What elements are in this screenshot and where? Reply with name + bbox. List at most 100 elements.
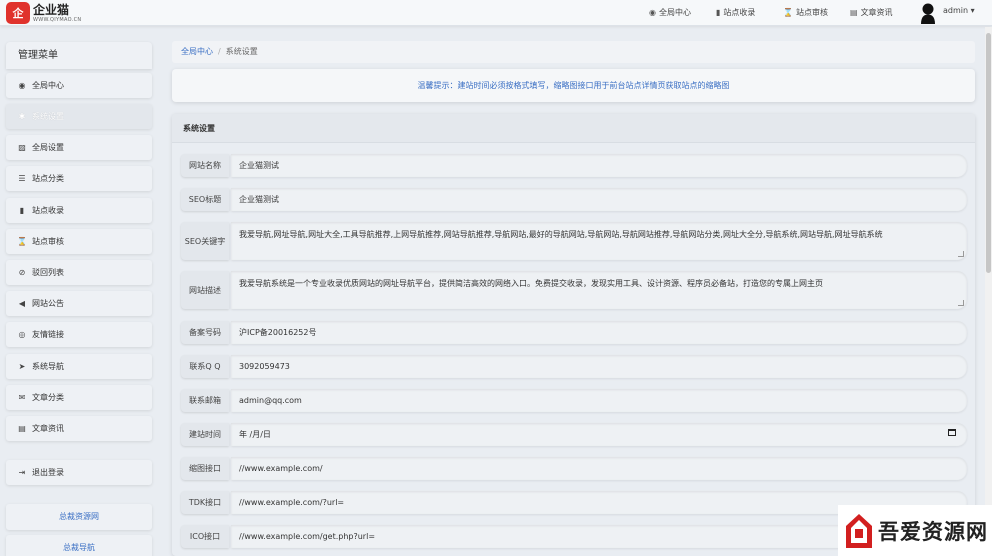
ico-api-label: ICO接口: [181, 525, 229, 548]
panel-title: 系统设置: [172, 114, 975, 143]
hourglass-icon: ⌛: [783, 7, 793, 17]
seo-title-row: SEO标题 企业猫测试: [181, 188, 967, 211]
bullhorn-icon: ◀: [18, 299, 26, 308]
sidebar-item-label: 站点审核: [32, 237, 64, 246]
site-name-input[interactable]: 企业猫测试: [231, 154, 967, 177]
breadcrumb-separator: /: [218, 47, 221, 56]
user-name: admin: [943, 6, 969, 15]
site-name-row: 网站名称 企业猫测试: [181, 154, 967, 177]
watermark: 吾爱资源网: [838, 505, 992, 556]
seo-keywords-label: SEO关键字: [181, 222, 229, 260]
logout-label: 退出登录: [32, 468, 64, 477]
sidebar-item-label: 全局中心: [32, 81, 64, 90]
book-icon: ▮: [716, 7, 721, 17]
sidebar-item-site-review[interactable]: ⌛ 站点审核: [6, 229, 152, 254]
site-desc-label: 网站描述: [181, 271, 229, 309]
site-desc-row: 网站描述 我爱导航系统是一个专业收录优质网站的网址导航平台，提供简洁高效的网络入…: [181, 271, 967, 309]
sort-icon: ☰: [18, 174, 26, 183]
seo-title-label: SEO标题: [181, 188, 229, 211]
seo-keywords-textarea[interactable]: 我爱导航,网址导航,网址大全,工具导航推荐,上网导航推荐,网站导航推荐,导航网站…: [231, 222, 967, 260]
topnav-label: 全局中心: [658, 7, 691, 17]
sidebar-item-label: 站点收录: [32, 206, 64, 215]
sidebar-link-resource-site[interactable]: 总裁资源网: [6, 504, 152, 530]
sign-out-icon: ⇥: [18, 468, 26, 477]
email-input[interactable]: admin@qq.com: [231, 389, 967, 412]
sidebar-link-nav-site[interactable]: 总裁导航: [6, 535, 152, 556]
chevron-down-icon: ▾: [970, 6, 975, 15]
sidebar-item-label: 系统设置: [32, 112, 64, 121]
sidebar-item-dashboard[interactable]: ◉ 全局中心: [6, 73, 152, 98]
logo-name: 企业猫: [33, 2, 70, 17]
gear-icon: ✱: [18, 112, 26, 121]
resize-grip-icon[interactable]: [958, 300, 964, 306]
sidebar-item-label: 友情链接: [32, 330, 64, 339]
watermark-house-icon: [846, 513, 872, 548]
site-desc-textarea[interactable]: 我爱导航系统是一个专业收录优质网站的网址导航平台，提供简洁高效的网络入口。免费提…: [231, 271, 967, 309]
site-desc-value: 我爱导航系统是一个专业收录优质网站的网址导航平台，提供简洁高效的网络入口。免费提…: [239, 279, 823, 288]
resize-grip-icon[interactable]: [958, 251, 964, 257]
news-icon: ▤: [850, 7, 858, 17]
build-date-label: 建站时间: [181, 423, 229, 446]
sidebar-item-system-nav[interactable]: ➤ 系统导航: [6, 354, 152, 379]
newspaper-icon: ▤: [18, 424, 26, 433]
sidebar-item-label: 文章资讯: [32, 424, 64, 433]
sidebar-item-friend-links[interactable]: ◎ 友情链接: [6, 322, 152, 347]
sidebar-item-rejected-list[interactable]: ⊘ 驳回列表: [6, 260, 152, 285]
page-scrollbar[interactable]: [985, 27, 992, 556]
topnav-label: 站点审核: [795, 7, 828, 17]
sidebar-item-announcements[interactable]: ◀ 网站公告: [6, 291, 152, 316]
seo-title-input[interactable]: 企业猫测试: [231, 188, 967, 211]
sidebar-item-system-settings[interactable]: ✱ 系统设置: [6, 104, 152, 129]
image-icon: ▨: [18, 143, 26, 152]
scrollbar-thumb[interactable]: [986, 33, 991, 273]
topnav-site-collection[interactable]: ▮ 站点收录: [716, 0, 755, 24]
sidebar-item-label: 文章分类: [32, 393, 64, 402]
email-label: 联系邮箱: [181, 389, 229, 412]
topnav-site-review[interactable]: ⌛ 站点审核: [783, 0, 828, 24]
sidebar-item-articles[interactable]: ▤ 文章资讯: [6, 416, 152, 441]
dashboard-icon: ◉: [649, 7, 656, 17]
seo-keywords-value: 我爱导航,网址导航,网址大全,工具导航推荐,上网导航推荐,网站导航推荐,导航网站…: [239, 230, 883, 239]
user-menu[interactable]: admin ▾: [943, 6, 975, 15]
sidebar-item-label: 站点分类: [32, 174, 64, 183]
seo-keywords-row: SEO关键字 我爱导航,网址导航,网址大全,工具导航推荐,上网导航推荐,网站导航…: [181, 222, 967, 260]
sidebar-item-global-settings[interactable]: ▨ 全局设置: [6, 135, 152, 160]
thumb-api-input[interactable]: //www.example.com/: [231, 457, 967, 480]
handshake-icon: ◎: [18, 330, 26, 339]
book-icon: ▮: [19, 206, 25, 215]
sidebar-item-label: 全局设置: [32, 143, 64, 152]
dashboard-icon: ◉: [18, 81, 26, 90]
sidebar-item-label: 系统导航: [32, 362, 64, 371]
breadcrumb: 全局中心 / 系统设置: [172, 41, 975, 63]
topnav-dashboard[interactable]: ◉ 全局中心: [649, 0, 691, 24]
breadcrumb-current: 系统设置: [225, 47, 258, 56]
topnav-label: 文章资讯: [860, 7, 893, 17]
calendar-icon[interactable]: [948, 429, 956, 436]
hourglass-icon: ⌛: [17, 237, 27, 246]
build-date-value: 年 /月/日: [239, 430, 271, 439]
sidebar-item-site-collection[interactable]: ▮ 站点收录: [6, 198, 152, 223]
top-bar: 企 企业猫 WWW.QIYMAO.CN ◉ 全局中心 ▮ 站点收录 ⌛ 站点审核…: [0, 0, 992, 26]
avatar[interactable]: [919, 2, 937, 24]
breadcrumb-home[interactable]: 全局中心: [181, 47, 213, 56]
watermark-text: 吾爱资源网: [878, 518, 988, 544]
email-row: 联系邮箱 admin@qq.com: [181, 389, 967, 412]
thumb-api-label: 缩图接口: [181, 457, 229, 480]
ban-icon: ⊘: [18, 268, 26, 277]
build-date-input[interactable]: 年 /月/日: [231, 423, 967, 446]
site-name-label: 网站名称: [181, 154, 229, 177]
sidebar-item-site-categories[interactable]: ☰ 站点分类: [6, 166, 152, 191]
envelope-icon: ✉: [18, 393, 26, 402]
build-date-row: 建站时间 年 /月/日: [181, 423, 967, 446]
logo[interactable]: 企 企业猫 WWW.QIYMAO.CN: [6, 1, 86, 25]
sidebar-title: 管理菜单: [6, 42, 152, 69]
qq-label: 联系Q Q: [181, 355, 229, 378]
topnav-articles[interactable]: ▤ 文章资讯: [850, 0, 893, 24]
topnav-label: 站点收录: [723, 7, 756, 17]
sidebar-item-label: 网站公告: [32, 299, 64, 308]
icp-row: 备案号码 沪ICP备20016252号: [181, 321, 967, 344]
logout-button[interactable]: ⇥ 退出登录: [6, 460, 152, 485]
icp-input[interactable]: 沪ICP备20016252号: [231, 321, 967, 344]
qq-input[interactable]: 3092059473: [231, 355, 967, 378]
sidebar-item-article-categories[interactable]: ✉ 文章分类: [6, 385, 152, 410]
